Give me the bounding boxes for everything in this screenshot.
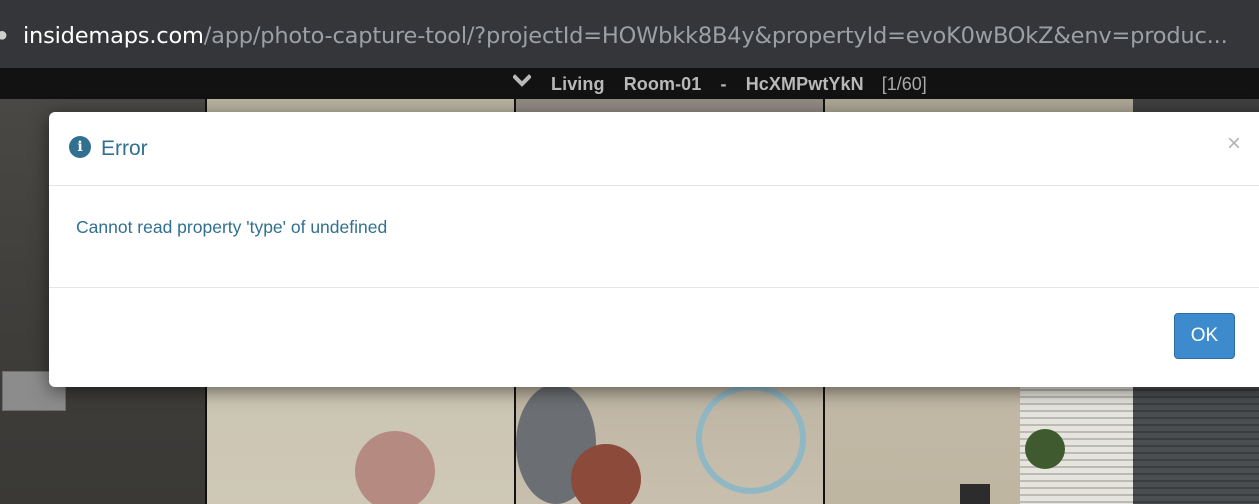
- artwork-shape: [696, 384, 806, 494]
- url-host: insidemaps.com: [23, 23, 204, 49]
- url-path: /app/photo-capture-tool/?projectId=HOWbk…: [203, 23, 1228, 49]
- screen: ● insidemaps.com/app/photo-capture-tool/…: [0, 0, 1259, 504]
- browser-address-bar[interactable]: ● insidemaps.com/app/photo-capture-tool/…: [0, 0, 1259, 68]
- artwork-shape: [571, 444, 641, 504]
- app-toolbar: Living Room-01 - HcXMPwtYkN [1/60]: [0, 68, 1259, 99]
- ok-button[interactable]: OK: [1174, 313, 1235, 359]
- close-button[interactable]: ×: [1224, 131, 1244, 157]
- room-title: Living Room-01 - HcXMPwtYkN: [551, 73, 864, 94]
- chevron-down-icon[interactable]: [513, 73, 531, 89]
- error-modal: i Error × Cannot read property 'type' of…: [49, 112, 1259, 387]
- window-blinds: [1133, 384, 1259, 504]
- modal-body: Cannot read property 'type' of undefined: [49, 186, 1259, 288]
- artwork-shape: [355, 431, 435, 504]
- modal-title: Error: [101, 137, 148, 160]
- modal-header: i Error ×: [49, 112, 1259, 186]
- picture-frame: [960, 484, 990, 504]
- url-field[interactable]: insidemaps.com/app/photo-capture-tool/?p…: [23, 19, 1248, 53]
- info-icon: i: [69, 136, 91, 158]
- room-selector[interactable]: Living Room-01 - HcXMPwtYkN [1/60]: [513, 73, 927, 95]
- error-message: Cannot read property 'type' of undefined: [76, 217, 388, 237]
- photo-counter: [1/60]: [881, 73, 927, 94]
- plant: [1025, 429, 1065, 469]
- site-info-icon[interactable]: ●: [0, 24, 8, 46]
